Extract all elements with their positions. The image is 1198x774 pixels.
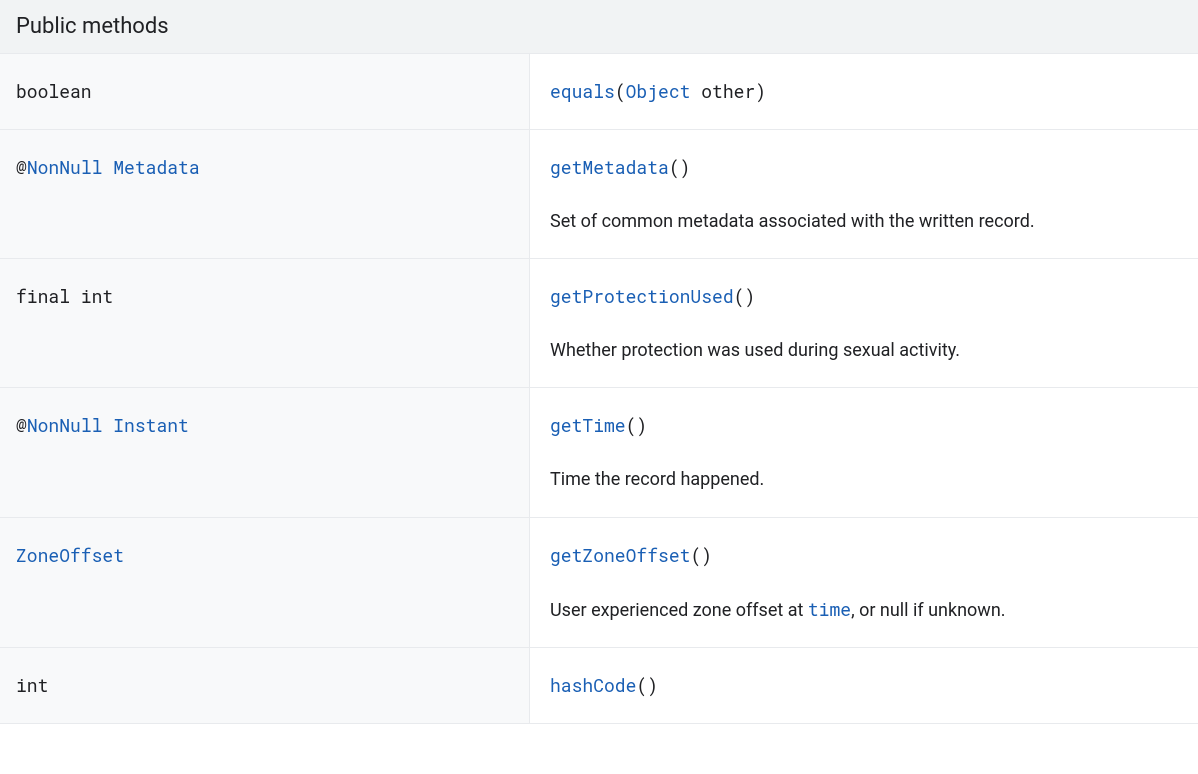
methods-table: booleanequals(Object other)@NonNull Meta… <box>0 54 1198 724</box>
text: @ <box>16 413 27 437</box>
text: final int <box>16 284 113 308</box>
api-link[interactable]: getProtectionUsed <box>550 284 734 308</box>
text: ( <box>615 79 626 103</box>
text: , or null if unknown. <box>851 600 1005 621</box>
api-link[interactable]: getMetadata <box>550 155 669 179</box>
signature-cell: getProtectionUsed() Whether protection wa… <box>530 259 1198 387</box>
table-row: final int getProtectionUsed() Whether prot… <box>0 259 1198 388</box>
text: () <box>734 284 756 308</box>
return-type-cell: ZoneOffset <box>0 518 530 647</box>
api-link[interactable]: ZoneOffset <box>16 543 124 567</box>
text: @ <box>16 155 27 179</box>
text: other) <box>690 79 766 103</box>
method-signature: equals(Object other) <box>550 78 1178 105</box>
api-link[interactable]: Object <box>626 79 691 103</box>
method-description: Whether protection was used during sexua… <box>550 338 1178 363</box>
text: Time the record happened. <box>550 469 764 490</box>
return-type-cell: @NonNull Metadata <box>0 130 530 258</box>
text: Whether protection was used during sexua… <box>550 340 960 361</box>
method-signature: getTime() <box>550 412 1178 439</box>
signature-cell: getMetadata() Set of common metadata asso… <box>530 130 1198 258</box>
method-description: Set of common metadata associated with t… <box>550 209 1178 234</box>
text <box>102 413 113 437</box>
text: Set of common metadata associated with t… <box>550 211 1035 232</box>
api-link[interactable]: getTime <box>550 413 626 437</box>
table-row: boolean equals(Object other) <box>0 54 1198 130</box>
api-link[interactable]: getZoneOffset <box>550 543 690 567</box>
api-link[interactable]: NonNull <box>27 413 103 437</box>
api-link[interactable]: equals <box>550 79 615 103</box>
text: User experienced zone offset at <box>550 600 808 621</box>
table-row: int hashCode() <box>0 648 1198 724</box>
text <box>102 155 113 179</box>
return-type-cell: int <box>0 648 530 723</box>
text: () <box>669 155 691 179</box>
api-link[interactable]: Metadata <box>113 155 199 179</box>
method-signature: getZoneOffset() <box>550 542 1178 569</box>
section-header: Public methods <box>0 0 1198 54</box>
api-link[interactable]: hashCode <box>550 673 636 697</box>
method-description: User experienced zone offset at time, or… <box>550 597 1178 623</box>
method-signature: getMetadata() <box>550 154 1178 181</box>
api-link[interactable]: time <box>808 597 851 621</box>
signature-cell: equals(Object other) <box>530 54 1198 129</box>
return-type-cell: @NonNull Instant <box>0 388 530 516</box>
api-link[interactable]: Instant <box>113 413 189 437</box>
text: () <box>626 413 648 437</box>
table-row: ZoneOffset getZoneOffset() User experience… <box>0 518 1198 648</box>
signature-cell: hashCode() <box>530 648 1198 723</box>
method-signature: hashCode() <box>550 672 1178 699</box>
text: int <box>16 673 48 697</box>
signature-cell: getZoneOffset() User experienced zone off… <box>530 518 1198 647</box>
text: () <box>636 673 658 697</box>
table-row: @NonNull Metadata getMetadata() Set of com… <box>0 130 1198 259</box>
method-signature: getProtectionUsed() <box>550 283 1178 310</box>
method-description: Time the record happened. <box>550 467 1178 492</box>
return-type-cell: final int <box>0 259 530 387</box>
signature-cell: getTime() Time the record happened. <box>530 388 1198 516</box>
text: boolean <box>16 79 92 103</box>
text: () <box>690 543 712 567</box>
api-link[interactable]: NonNull <box>27 155 103 179</box>
table-row: @NonNull Instant getTime() Time the record… <box>0 388 1198 517</box>
return-type-cell: boolean <box>0 54 530 129</box>
